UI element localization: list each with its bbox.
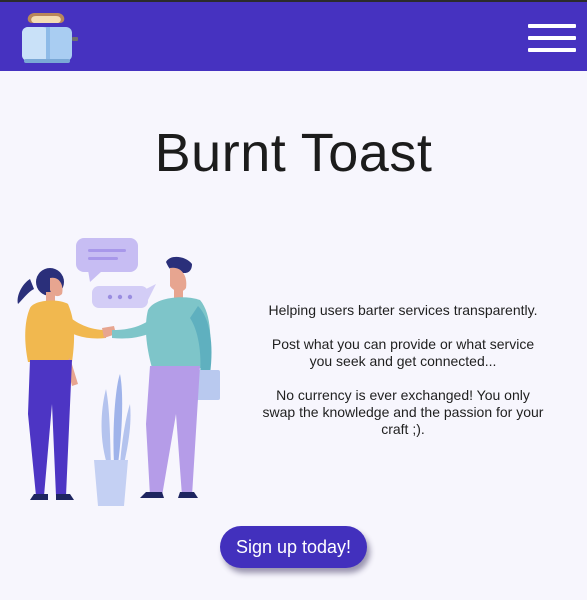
people-handshake-illustration [14,234,224,509]
sign-up-button[interactable]: Sign up today! [220,526,367,568]
hamburger-menu-icon[interactable] [528,21,576,55]
toaster-icon[interactable] [20,9,80,65]
description-paragraph-2: Post what you can provide or what servic… [271,336,535,369]
menu-line [528,48,576,52]
menu-line [528,36,576,40]
menu-line [528,24,576,28]
page-title: Burnt Toast [154,123,433,183]
description-paragraph-1: Helping users barter services transparen… [268,302,538,318]
description-paragraph-3: No currency is ever exchanged! You only … [262,387,544,437]
top-navbar [0,0,587,71]
hero-description: Helping users barter services transparen… [262,302,544,438]
